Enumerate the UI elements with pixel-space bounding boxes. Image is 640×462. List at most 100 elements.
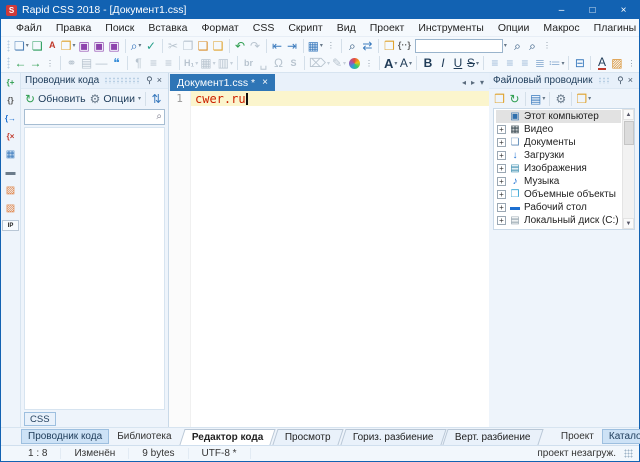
expand-icon[interactable]: + bbox=[497, 125, 506, 134]
tree-item-downloads[interactable]: +↓Загрузки bbox=[496, 149, 621, 162]
favorites-folder-icon[interactable]: ❒▾ bbox=[575, 91, 592, 107]
table-view-icon[interactable]: ▦▾ bbox=[307, 38, 324, 54]
spellcheck-icon[interactable]: ✓ bbox=[144, 38, 159, 54]
code-area[interactable]: cwer.ru bbox=[191, 91, 489, 427]
sort-az-icon[interactable]: ⇅ bbox=[149, 91, 164, 107]
tab-code-explorer[interactable]: Проводник кода bbox=[21, 429, 109, 444]
folder-up-icon[interactable]: ❒ bbox=[492, 91, 507, 107]
tab-code-editor[interactable]: Редактор кода bbox=[179, 429, 276, 445]
section-icon[interactable]: ▬ bbox=[2, 166, 19, 180]
menu-format[interactable]: Формат bbox=[194, 22, 245, 34]
toolbar-grip[interactable] bbox=[7, 57, 10, 69]
navigate-back-icon[interactable]: ← bbox=[13, 55, 28, 71]
tab-library[interactable]: Библиотека bbox=[111, 430, 177, 443]
close-button[interactable]: × bbox=[608, 1, 639, 19]
toolbar1-overflow2-icon[interactable]: ⋮ bbox=[540, 41, 554, 50]
close-icon[interactable]: × bbox=[155, 76, 164, 85]
new-document-icon[interactable]: ❏▾ bbox=[13, 38, 30, 54]
tree-item-this-computer[interactable]: ▣Этот компьютер bbox=[496, 110, 621, 123]
tab-horizontal-split[interactable]: Гориз. разбиение bbox=[340, 429, 446, 445]
find-previous-icon[interactable]: ⌕ bbox=[510, 38, 525, 54]
refresh-icon[interactable]: ↻Обновить bbox=[24, 91, 89, 107]
list-style-icon[interactable]: ≔▾ bbox=[547, 55, 565, 71]
toolbar2-overflow-icon[interactable]: ⋮ bbox=[43, 59, 57, 68]
tab-list-icon[interactable]: ▾ bbox=[480, 78, 484, 87]
code-snippet-icon[interactable]: {··} bbox=[397, 38, 412, 54]
highlight-color-icon[interactable]: ▨ bbox=[609, 55, 624, 71]
align-left-icon[interactable]: ≡ bbox=[487, 55, 502, 71]
maximize-button[interactable]: □ bbox=[577, 1, 608, 19]
tab-scroll-left-icon[interactable]: ◂ bbox=[462, 78, 466, 87]
menu-search[interactable]: Поиск bbox=[98, 22, 141, 34]
dropdown-icon[interactable]: ▾ bbox=[504, 42, 507, 49]
expand-icon[interactable]: + bbox=[497, 216, 506, 225]
braces-icon[interactable]: {} bbox=[2, 94, 19, 108]
unindent-icon[interactable]: ⇤ bbox=[270, 38, 285, 54]
menu-view[interactable]: Вид bbox=[330, 22, 363, 34]
code-explorer-content[interactable] bbox=[24, 127, 165, 410]
menu-project[interactable]: Проект bbox=[363, 22, 412, 34]
save-icon[interactable]: ▣ bbox=[77, 38, 92, 54]
find-next-icon[interactable]: ⌕ bbox=[525, 38, 540, 54]
toolbar2-overflow2-icon[interactable]: ⋮ bbox=[362, 59, 376, 68]
search-icon[interactable]: ⌕▾ bbox=[129, 38, 144, 54]
tab-vertical-split[interactable]: Верт. разбиение bbox=[443, 429, 544, 445]
tree-item-desktop[interactable]: +▬Рабочий стол bbox=[496, 201, 621, 214]
css-scope-tab[interactable]: CSS bbox=[24, 412, 56, 426]
menu-css[interactable]: CSS bbox=[246, 22, 282, 34]
toolbar1-overflow-icon[interactable]: ⋮ bbox=[324, 41, 338, 50]
find-icon[interactable]: ⌕ bbox=[345, 38, 360, 54]
strikethrough-icon[interactable]: S▾ bbox=[465, 55, 480, 71]
find-in-files-icon[interactable]: ❒ bbox=[382, 38, 397, 54]
tab-preview[interactable]: Просмотр bbox=[272, 429, 343, 445]
menu-edit[interactable]: Правка bbox=[49, 22, 98, 34]
scroll-thumb[interactable] bbox=[624, 121, 634, 145]
bold-icon[interactable]: B bbox=[420, 55, 435, 71]
scroll-up-icon[interactable]: ▲ bbox=[623, 109, 634, 120]
expand-icon[interactable]: + bbox=[497, 177, 506, 186]
settings-gear-icon[interactable]: ⚙ bbox=[553, 91, 568, 107]
expand-icon[interactable]: + bbox=[497, 190, 506, 199]
menu-macro[interactable]: Макрос bbox=[536, 22, 586, 34]
menu-options[interactable]: Опции bbox=[491, 22, 537, 34]
menu-plugins[interactable]: Плагины bbox=[587, 22, 640, 34]
menu-tools[interactable]: Инструменты bbox=[411, 22, 490, 34]
tree-item-documents[interactable]: +❏Документы bbox=[496, 136, 621, 149]
navigate-forward-icon[interactable]: → bbox=[28, 55, 43, 71]
options-gear-icon[interactable]: ⚙Опции▾ bbox=[89, 91, 142, 107]
check-css-icon[interactable]: ▨ bbox=[2, 184, 19, 198]
save-as-icon[interactable]: ▣ bbox=[107, 38, 122, 54]
font-increase-icon[interactable]: A▾ bbox=[383, 55, 398, 71]
close-icon[interactable]: × bbox=[626, 76, 635, 85]
tree-item-music[interactable]: +♪Музыка bbox=[496, 175, 621, 188]
tab-directories[interactable]: Каталоги bbox=[602, 429, 640, 444]
toolbar-grip[interactable] bbox=[7, 40, 10, 52]
check-css-alt-icon[interactable]: ▨ bbox=[2, 202, 19, 216]
menu-file[interactable]: Файл bbox=[9, 22, 49, 34]
tree-item-pictures[interactable]: +▤Изображения bbox=[496, 162, 621, 175]
align-center-icon[interactable]: ≡ bbox=[502, 55, 517, 71]
toolbar2-overflow3-icon[interactable]: ⋮ bbox=[624, 59, 638, 68]
refresh-folder-icon[interactable]: ↻ bbox=[507, 91, 522, 107]
delete-style-icon[interactable]: {× bbox=[2, 130, 19, 144]
scroll-down-icon[interactable]: ▼ bbox=[623, 218, 634, 229]
italic-icon[interactable]: I bbox=[435, 55, 450, 71]
edit-document-icon[interactable]: ❏ bbox=[30, 38, 45, 54]
replace-icon[interactable]: ⇄ bbox=[360, 38, 375, 54]
align-justify-icon[interactable]: ≣ bbox=[532, 55, 547, 71]
expand-icon[interactable]: + bbox=[497, 203, 506, 212]
comment-icon[interactable]: ❝ bbox=[109, 55, 124, 71]
find-combo-input[interactable] bbox=[415, 39, 503, 53]
view-mode-icon[interactable]: ▤▾ bbox=[529, 91, 546, 107]
align-right-icon[interactable]: ≡ bbox=[517, 55, 532, 71]
font-color-icon[interactable]: A bbox=[594, 55, 609, 71]
tree-item-local-disk-c[interactable]: +▤Локальный диск (C:) bbox=[496, 214, 621, 227]
menu-script[interactable]: Скрипт bbox=[281, 22, 329, 34]
indent-icon[interactable]: ⇥ bbox=[285, 38, 300, 54]
document-a-icon[interactable]: A bbox=[45, 38, 60, 54]
color-picker-icon[interactable] bbox=[347, 55, 362, 71]
menu-insert[interactable]: Вставка bbox=[141, 22, 194, 34]
expand-icon[interactable]: + bbox=[497, 138, 506, 147]
ip-button[interactable]: IP bbox=[2, 220, 19, 231]
minimize-button[interactable]: – bbox=[546, 1, 577, 19]
